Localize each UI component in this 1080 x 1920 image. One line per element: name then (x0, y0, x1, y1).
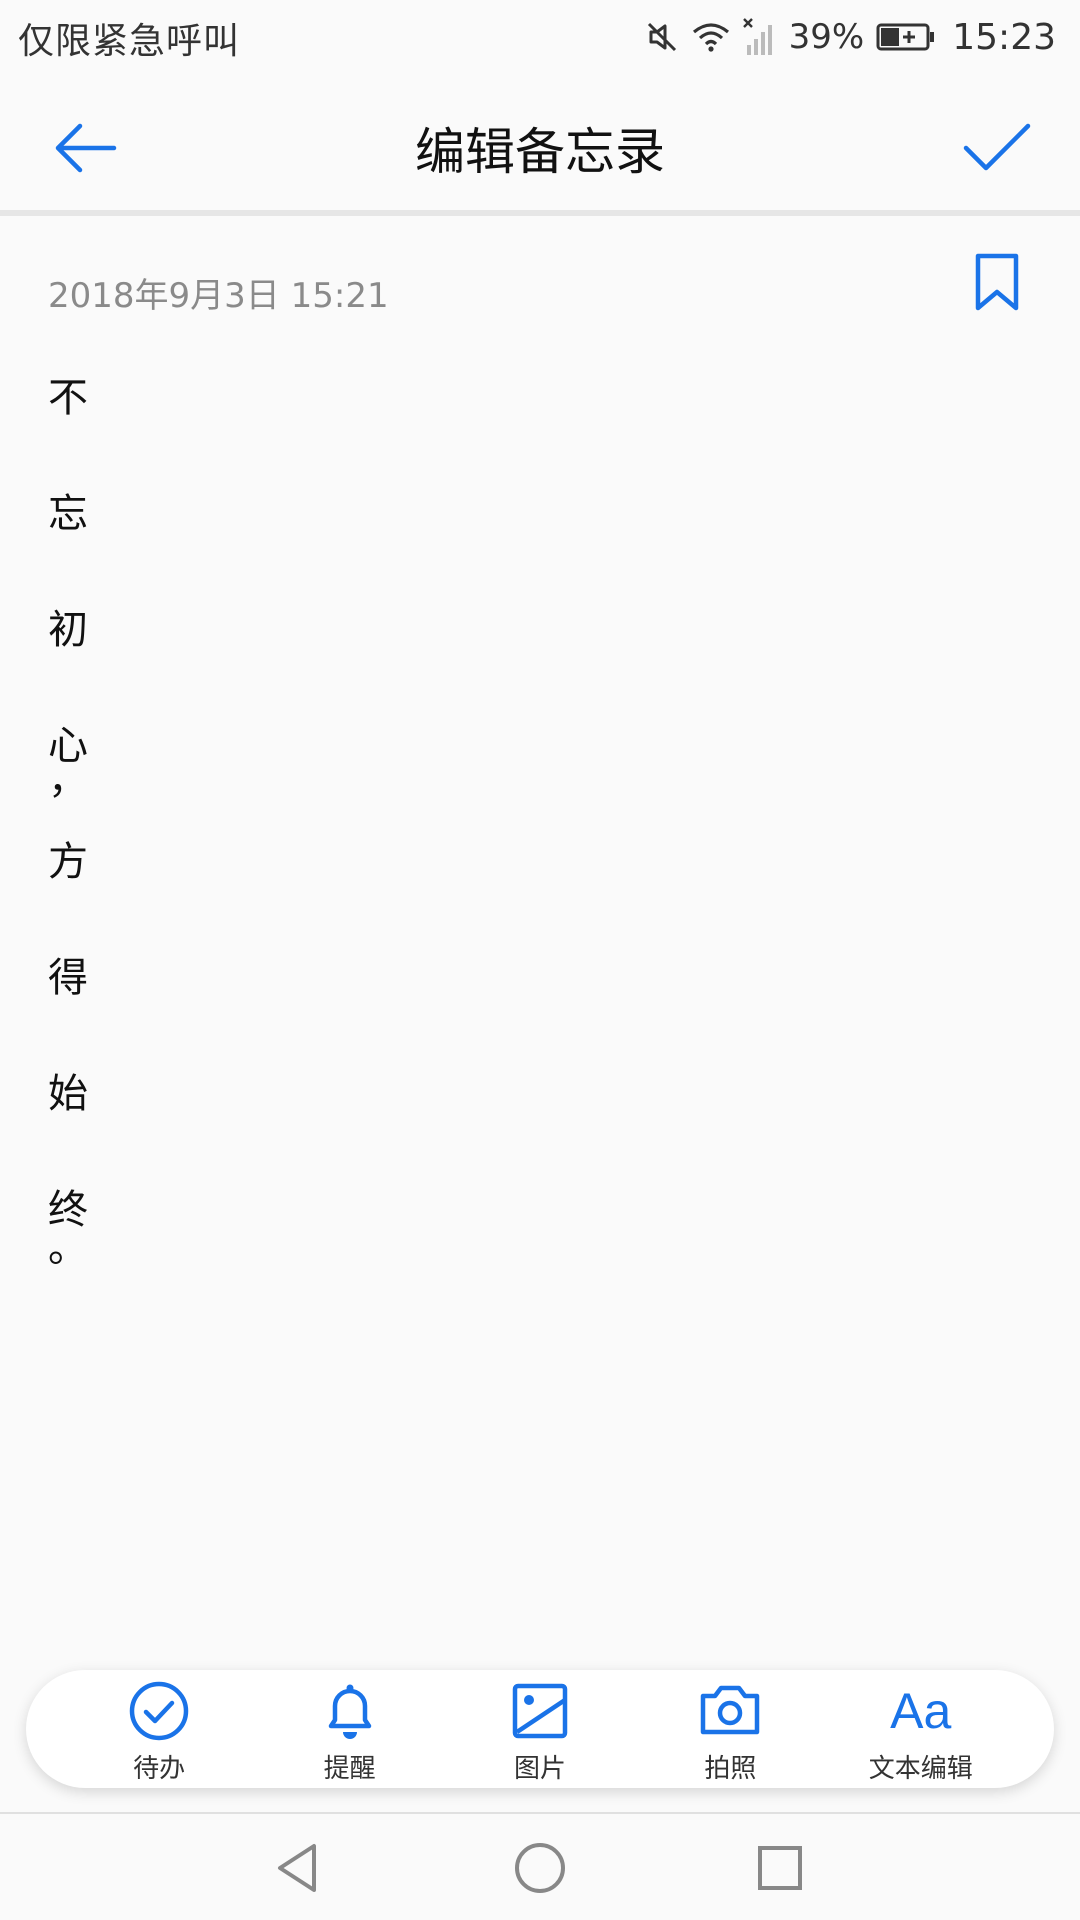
note-editor[interactable]: 不 忘 初 心 ， 方 得 始 终 。 (48, 340, 948, 1268)
bell-icon (328, 1684, 371, 1739)
reminder-button[interactable]: 提醒 (270, 1670, 430, 1788)
note-line: 不 (48, 375, 88, 421)
status-icons: 39% 15:23 (645, 10, 1056, 64)
battery-icon (876, 23, 935, 51)
camera-button[interactable]: 拍照 (650, 1670, 810, 1788)
image-icon (512, 1683, 568, 1739)
bottom-toolbar: 待办 提醒 图片 拍照 Aa 文本编辑 (26, 1670, 1054, 1788)
done-button[interactable] (956, 108, 1036, 188)
screen: 仅限紧急呼叫 39% 15:23 编辑备忘录 2018年9月3日 15:21 不… (0, 0, 1080, 1920)
reminder-label: 提醒 (323, 1754, 376, 1784)
todo-button[interactable]: 待办 (79, 1670, 239, 1788)
note-date: 2018年9月3日 15:21 (48, 276, 389, 316)
clock: 15:23 (952, 16, 1056, 58)
nav-back-button[interactable] (268, 1836, 332, 1900)
bookmark-icon (975, 253, 1019, 311)
note-punct: ， (48, 757, 88, 803)
note-line: 初 (48, 607, 88, 653)
signal-icon (742, 18, 772, 55)
app-bar-divider (0, 210, 1080, 216)
note-line: 终 (48, 1187, 88, 1233)
status-bar: 仅限紧急呼叫 39% 15:23 (0, 0, 1080, 74)
bookmark-button[interactable] (972, 252, 1022, 314)
note-line: 忘 (48, 491, 88, 537)
battery-percent: 39% (788, 17, 865, 57)
check-icon (963, 123, 1031, 171)
todo-check-icon (129, 1681, 189, 1741)
app-bar: 编辑备忘录 (0, 74, 1080, 210)
note-punct: 。 (48, 1225, 88, 1271)
page-title: 编辑备忘录 (415, 123, 665, 181)
todo-label: 待办 (133, 1754, 186, 1784)
image-button[interactable]: 图片 (460, 1670, 620, 1788)
note-line: 方 (48, 839, 88, 885)
nav-home-button[interactable] (508, 1836, 572, 1900)
nav-recents-icon (758, 1846, 802, 1890)
text-format-label: 文本编辑 (868, 1754, 973, 1784)
nav-back-icon (278, 1844, 316, 1892)
note-line: 得 (48, 955, 88, 1001)
camera-label: 拍照 (704, 1754, 757, 1784)
note-line: 始 (48, 1071, 88, 1117)
image-label: 图片 (513, 1754, 566, 1784)
nav-recents-button[interactable] (748, 1836, 812, 1900)
navigation-bar (0, 1812, 1080, 1920)
text-format-button[interactable]: Aa 文本编辑 (841, 1670, 1001, 1788)
mute-icon (647, 22, 676, 52)
camera-icon (701, 1685, 760, 1735)
text-format-icon: Aa (890, 1683, 952, 1739)
carrier-text: 仅限紧急呼叫 (18, 21, 241, 62)
nav-home-icon (515, 1843, 565, 1893)
wifi-icon (692, 23, 729, 52)
note-line: 心 (48, 723, 88, 769)
